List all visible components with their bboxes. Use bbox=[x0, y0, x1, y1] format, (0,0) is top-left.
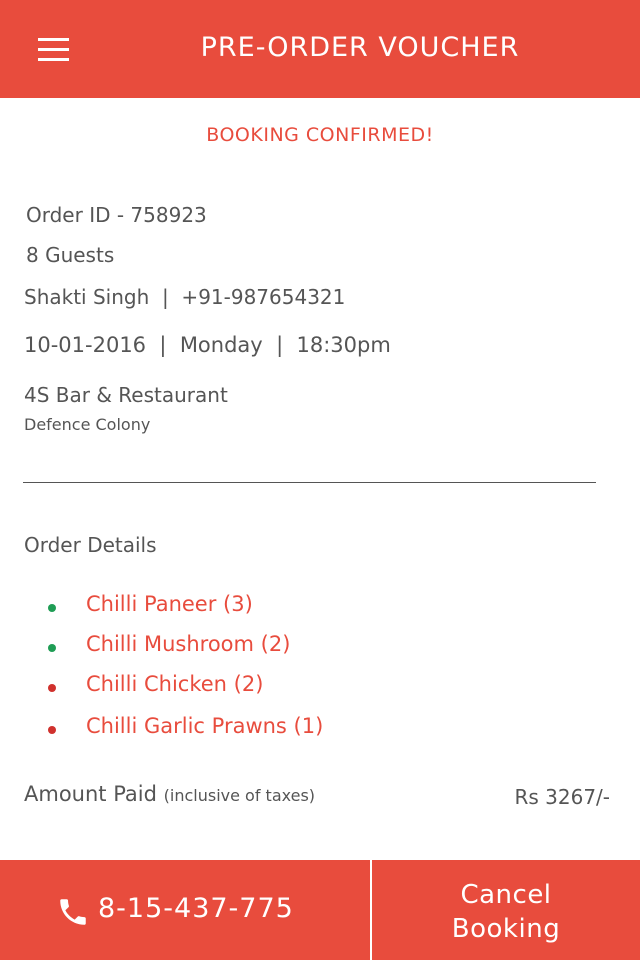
amount-paid-label: Amount Paid (inclusive of taxes) bbox=[24, 782, 315, 806]
order-item: Chilli Garlic Prawns (1) bbox=[0, 714, 640, 744]
amount-paid-text: Amount Paid bbox=[24, 782, 157, 806]
hamburger-menu-icon-bar bbox=[38, 48, 69, 51]
order-item-label: Chilli Garlic Prawns (1) bbox=[86, 714, 324, 738]
booking-datetime: 10-01-2016 | Monday | 18:30pm bbox=[24, 333, 391, 357]
menu-button[interactable] bbox=[38, 38, 70, 62]
non-veg-indicator-icon bbox=[48, 726, 56, 734]
order-item-label: Chilli Paneer (3) bbox=[86, 592, 253, 616]
order-details-heading: Order Details bbox=[24, 533, 157, 557]
hamburger-menu-icon-bar bbox=[38, 38, 69, 41]
order-item: Chilli Paneer (3) bbox=[0, 592, 640, 622]
booking-status: BOOKING CONFIRMED! bbox=[206, 124, 434, 146]
cancel-booking-label: Cancel Booking bbox=[451, 880, 561, 944]
order-item: Chilli Chicken (2) bbox=[0, 672, 640, 702]
order-id: Order ID - 758923 bbox=[26, 203, 207, 227]
restaurant-locality: Defence Colony bbox=[24, 415, 151, 434]
section-divider bbox=[23, 482, 596, 483]
non-veg-indicator-icon bbox=[48, 684, 56, 692]
order-item-label: Chilli Mushroom (2) bbox=[86, 632, 291, 656]
amount-paid-value: Rs 3267/- bbox=[514, 785, 610, 809]
app-header: PRE-ORDER VOUCHER bbox=[0, 0, 640, 98]
tax-note: (inclusive of taxes) bbox=[163, 786, 316, 805]
page-title: PRE-ORDER VOUCHER bbox=[200, 32, 520, 63]
call-restaurant-button[interactable]: 8-15-437-775 bbox=[0, 860, 370, 960]
footer-bar: 8-15-437-775 Cancel Booking bbox=[0, 860, 640, 960]
cancel-booking-button[interactable]: Cancel Booking bbox=[372, 860, 640, 960]
veg-indicator-icon bbox=[48, 604, 56, 612]
hamburger-menu-icon-bar bbox=[38, 58, 69, 61]
phone-number: 8-15-437-775 bbox=[98, 893, 294, 924]
order-item-label: Chilli Chicken (2) bbox=[86, 672, 264, 696]
restaurant-name: 4S Bar & Restaurant bbox=[24, 383, 228, 407]
order-item: Chilli Mushroom (2) bbox=[0, 632, 640, 662]
guest-count: 8 Guests bbox=[26, 243, 115, 267]
customer-contact: Shakti Singh | +91-987654321 bbox=[24, 285, 346, 309]
phone-icon bbox=[60, 899, 86, 925]
veg-indicator-icon bbox=[48, 644, 56, 652]
